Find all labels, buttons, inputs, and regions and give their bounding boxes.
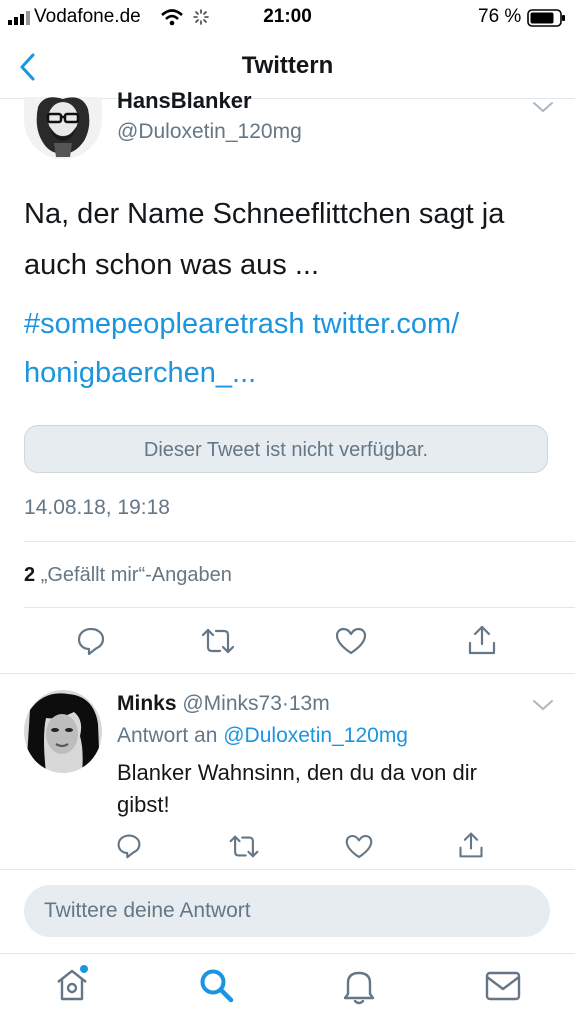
tweet-text-line-2: auch schon was aus ... [24, 249, 319, 281]
tweet-author-avatar[interactable] [24, 97, 102, 159]
likes-count: 2 [24, 564, 36, 586]
reply-composer-input[interactable]: Twittere deine Antwort [24, 885, 550, 937]
url-link[interactable]: twitter.com/ [313, 308, 460, 340]
divider [0, 869, 575, 870]
reply-to-handle[interactable]: @Duloxetin_120mg [223, 724, 408, 747]
tweet-options-chevron-icon[interactable] [532, 100, 554, 114]
like-heart-icon[interactable] [335, 627, 367, 655]
tweet-timestamp: 14.08.18, 19:18 [24, 496, 170, 519]
battery-percentage: 76 % [478, 6, 522, 27]
reply-age: 13m [288, 692, 330, 715]
reply-to-line: Antwort an @Duloxetin_120mg [117, 724, 408, 748]
reply-author-avatar[interactable] [24, 690, 102, 773]
notifications-bell-icon[interactable] [341, 967, 377, 1005]
like-heart-icon[interactable] [345, 834, 373, 859]
reply-icon[interactable] [76, 626, 106, 656]
retweet-icon[interactable] [228, 834, 260, 859]
page-title: Twittern [241, 52, 334, 79]
reply-text-line-1: Blanker Wahnsinn, den du da von dir [117, 760, 477, 785]
separator-dot: · [281, 692, 289, 715]
quoted-tweet-unavailable: Dieser Tweet ist nicht verfügbar. [24, 425, 548, 473]
reply-header: Minks @Minks73·13m [117, 692, 330, 716]
battery-icon [527, 9, 565, 27]
reply-author-name[interactable]: Minks [117, 692, 177, 715]
home-icon[interactable] [52, 965, 92, 1005]
status-bar: Vodafone.de 21:00 76 % [0, 0, 575, 36]
tab-bar-divider [0, 953, 575, 954]
likes-summary[interactable]: 2 „Gefällt mir“-Angaben [24, 564, 232, 587]
sketch-portrait-icon [24, 97, 102, 159]
tweet-author-name[interactable]: HansBlanker [117, 88, 252, 114]
reply-options-chevron-icon[interactable] [532, 698, 554, 712]
reply-author-handle[interactable]: @Minks73 [182, 692, 282, 715]
share-icon[interactable] [457, 831, 485, 859]
portrait-photo-icon [24, 690, 102, 773]
messages-envelope-icon[interactable] [484, 970, 522, 1002]
search-icon[interactable] [198, 967, 236, 1005]
divider [24, 607, 575, 608]
reply-to-label: Antwort an [117, 724, 218, 747]
tweet-author-handle[interactable]: @Duloxetin_120mg [117, 120, 302, 144]
tweet-links-line-1: #somepeoplearetrash twitter.com/ [24, 308, 459, 341]
divider [0, 673, 575, 674]
url-link-continuation[interactable]: honigbaerchen_... [24, 357, 256, 390]
share-icon[interactable] [466, 624, 498, 656]
navigation-bar: Twittern [0, 36, 575, 99]
tweet-text-line-1: Na, der Name Schneeflittchen sagt ja [24, 198, 505, 230]
reply-text-line-2: gibst! [117, 792, 170, 817]
retweet-icon[interactable] [200, 627, 236, 655]
likes-label: „Gefällt mir“-Angaben [40, 564, 232, 586]
hashtag-link[interactable]: #somepeoplearetrash [24, 308, 305, 340]
reply-icon[interactable] [116, 833, 142, 859]
divider [24, 541, 575, 542]
